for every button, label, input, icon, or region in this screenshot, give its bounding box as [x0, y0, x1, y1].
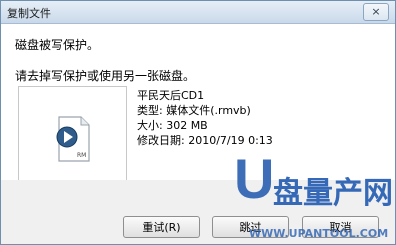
watermark-logo-letter: U — [234, 147, 275, 210]
file-type: 类型: 媒体文件(.rmvb) — [137, 104, 251, 117]
watermark-text: 盘量产网 — [273, 176, 393, 211]
dialog-content: 磁盘被写保护。 请去掉写保护或使用另一张磁盘。 RM 平民天后CD1 类型: 媒… — [1, 24, 395, 190]
close-icon: × — [371, 5, 381, 18]
window-title: 复制文件 — [7, 7, 51, 20]
file-info: 平民天后CD1 类型: 媒体文件(.rmvb) 大小: 302 MB 修改日期:… — [137, 88, 273, 148]
title-bar: 复制文件 × — [1, 1, 395, 24]
retry-button[interactable]: 重试(R) — [123, 216, 200, 238]
close-button[interactable]: × — [363, 3, 389, 21]
realmedia-file-icon: RM — [56, 116, 90, 162]
watermark-url: WWW.UPANTOOL.COM — [249, 227, 389, 240]
file-name: 平民天后CD1 — [137, 89, 205, 102]
write-protect-message: 磁盘被写保护。 — [15, 38, 100, 52]
copy-file-dialog: 复制文件 × 磁盘被写保护。 请去掉写保护或使用另一张磁盘。 RM 平民天后CD… — [0, 0, 396, 245]
file-icon-label: RM — [77, 152, 86, 159]
file-thumbnail: RM — [18, 86, 127, 190]
file-size: 大小: 302 MB — [137, 119, 208, 132]
instruction-message: 请去掉写保护或使用另一张磁盘。 — [15, 69, 196, 83]
